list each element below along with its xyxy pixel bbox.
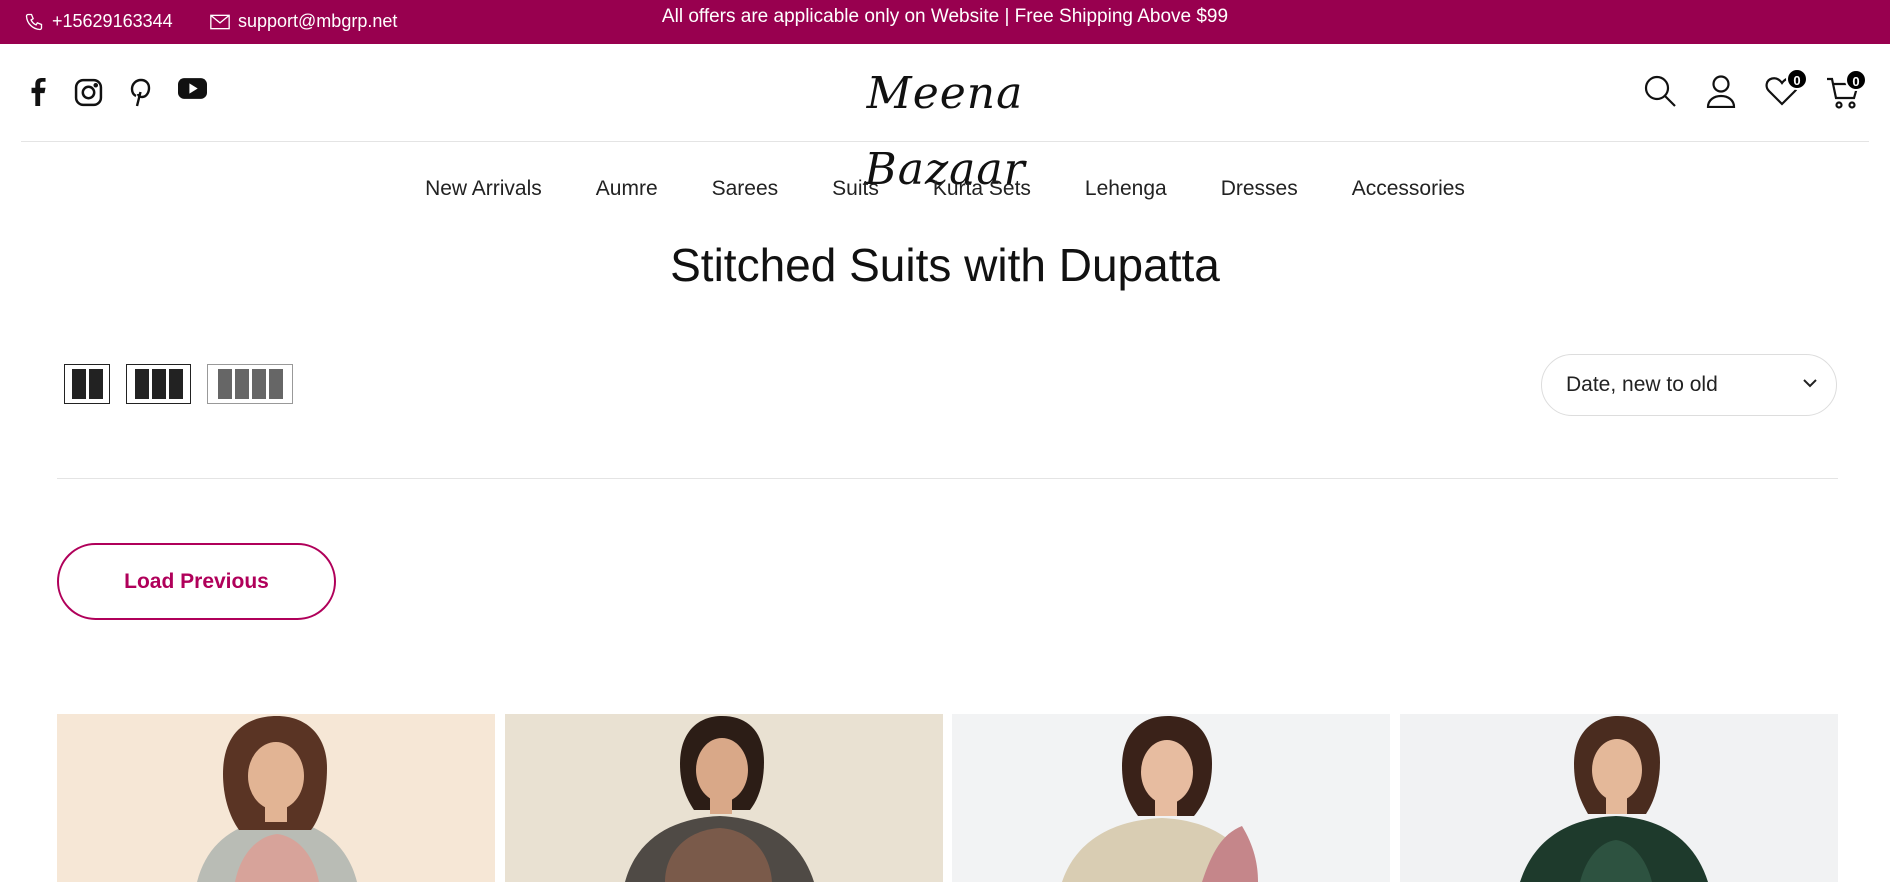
header-divider — [21, 141, 1869, 142]
nav-item-dresses[interactable]: Dresses — [1221, 177, 1298, 201]
grid-2-columns-button[interactable] — [64, 364, 110, 404]
toolbar-divider — [57, 478, 1838, 479]
grid-4-columns-button[interactable] — [207, 364, 293, 404]
product-image — [1400, 714, 1838, 882]
wishlist-count-badge: 0 — [1786, 68, 1808, 90]
grid-column-icon — [168, 369, 183, 399]
nav-item-kurta-sets[interactable]: Kurta Sets — [933, 177, 1031, 201]
product-card[interactable] — [1400, 714, 1838, 882]
nav-item-suits[interactable]: Suits — [832, 177, 879, 201]
product-card[interactable] — [952, 714, 1390, 882]
product-image — [505, 714, 943, 882]
announcement-bar: +15629163344 support@mbgrp.net All offer… — [0, 0, 1890, 44]
nav-item-accessories[interactable]: Accessories — [1352, 177, 1465, 201]
nav-item-aumre[interactable]: Aumre — [596, 177, 658, 201]
grid-column-icon — [88, 369, 103, 399]
sort-selected-value: Date, new to old — [1566, 373, 1718, 396]
grid-column-icon — [268, 369, 283, 399]
product-card[interactable] — [505, 714, 943, 882]
grid-column-icon — [217, 369, 232, 399]
page-title: Stitched Suits with Dupatta — [670, 239, 1220, 291]
cart-count-badge: 0 — [1845, 69, 1867, 91]
grid-column-icon — [151, 369, 166, 399]
pinterest-icon[interactable] — [128, 78, 152, 108]
site-logo[interactable]: Meena Bazaar — [820, 56, 1070, 195]
nav-item-new-arrivals[interactable]: New Arrivals — [425, 177, 542, 201]
youtube-icon[interactable] — [178, 78, 207, 99]
promo-text: All offers are applicable only on Websit… — [661, 6, 1229, 27]
load-previous-button[interactable]: Load Previous — [57, 543, 336, 620]
grid-column-icon — [234, 369, 249, 399]
site-header: Meena Bazaar 0 0 — [0, 44, 1890, 195]
nav-item-lehenga[interactable]: Lehenga — [1085, 177, 1167, 201]
grid-column-icon — [251, 369, 266, 399]
nav-item-sarees[interactable]: Sarees — [712, 177, 779, 201]
facebook-icon[interactable] — [25, 78, 51, 106]
main-nav: New Arrivals Aumre Sarees Suits Kurta Se… — [0, 177, 1890, 201]
product-card[interactable] — [57, 714, 495, 882]
instagram-icon[interactable] — [74, 78, 103, 107]
product-image — [952, 714, 1390, 882]
grid-column-icon — [71, 369, 86, 399]
sort-select[interactable]: Date, new to old — [1541, 354, 1837, 416]
search-icon[interactable] — [1643, 74, 1677, 108]
chevron-down-icon — [1803, 379, 1817, 388]
grid-column-icon — [134, 369, 149, 399]
product-image — [57, 714, 495, 882]
account-icon[interactable] — [1706, 74, 1736, 108]
grid-3-columns-button[interactable] — [126, 364, 191, 404]
